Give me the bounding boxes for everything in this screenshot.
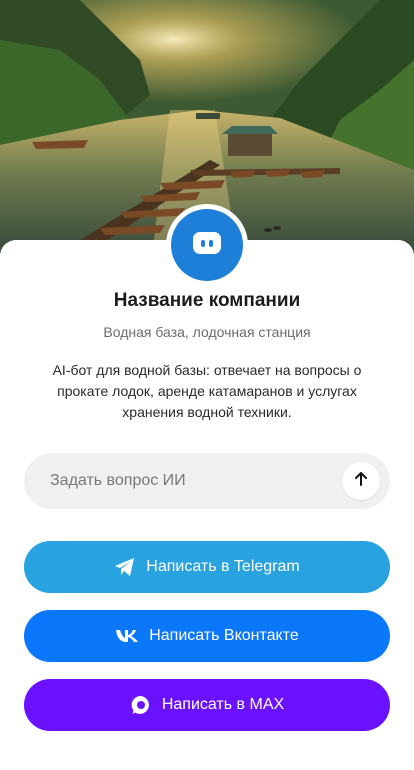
max-button-label: Написать в MAX bbox=[161, 696, 285, 713]
telegram-button[interactable]: Написать в Telegram bbox=[24, 541, 390, 593]
telegram-button-label: Написать в Telegram bbox=[146, 558, 300, 575]
send-button[interactable] bbox=[342, 462, 380, 500]
ask-ai-input[interactable] bbox=[48, 471, 342, 491]
chat-bot-icon bbox=[190, 226, 224, 265]
vk-button[interactable]: Написать Вконтакте bbox=[24, 610, 390, 662]
company-category: Водная база, лодочная станция bbox=[103, 324, 311, 340]
ask-ai-field[interactable] bbox=[24, 453, 390, 509]
vk-icon bbox=[115, 629, 139, 643]
company-description: AI-бот для водной базы: отвечает на вопр… bbox=[52, 362, 362, 420]
avatar bbox=[171, 209, 243, 281]
arrow-up-icon bbox=[353, 471, 369, 492]
max-button[interactable]: Написать в MAX bbox=[24, 679, 390, 731]
max-icon bbox=[130, 694, 152, 716]
company-name: Название компании bbox=[113, 290, 301, 311]
telegram-icon bbox=[114, 557, 136, 577]
vk-button-label: Написать Вконтакте bbox=[149, 627, 299, 644]
